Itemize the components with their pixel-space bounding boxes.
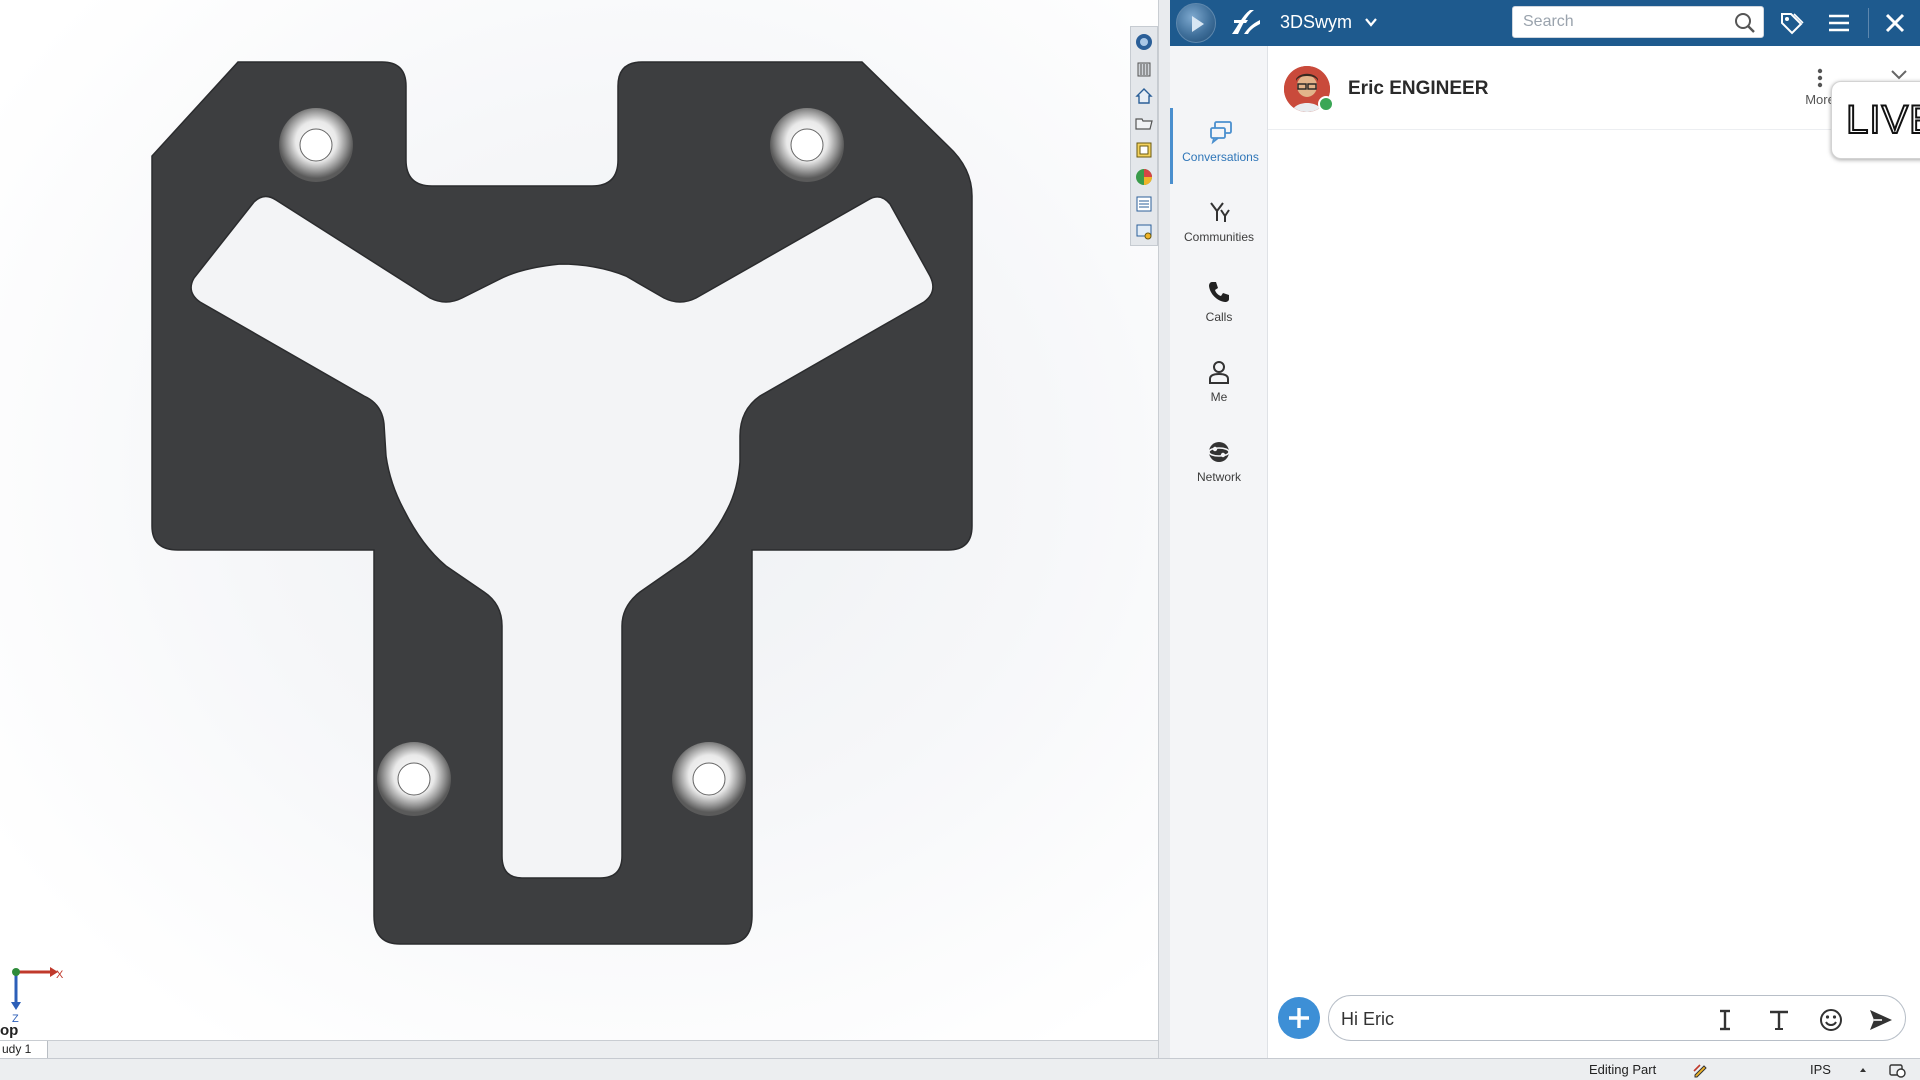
view-list-icon[interactable]: [1132, 191, 1156, 216]
editing-status: Editing Part: [1589, 1062, 1657, 1077]
nav-item-communities[interactable]: Communities: [1170, 188, 1268, 264]
hole-bottom-left: [377, 742, 451, 816]
section-view-icon[interactable]: [1132, 137, 1156, 162]
conversations-icon: [1209, 121, 1232, 145]
ds-logo-icon: [1232, 10, 1260, 34]
message-input[interactable]: [1341, 1006, 1701, 1032]
panel-divider[interactable]: [1158, 0, 1170, 1058]
live-badge: LIVE: [1831, 81, 1920, 159]
person-icon: [1209, 361, 1229, 384]
top-bar: 3DSwym: [1170, 0, 1920, 46]
home-view-icon[interactable]: [1132, 83, 1156, 108]
nav-label-me: Me: [1210, 390, 1228, 404]
communities-icon: [1210, 202, 1230, 222]
status-bar: Editing Part IPS: [0, 1058, 1920, 1080]
text-cursor-icon[interactable]: [1711, 1006, 1739, 1034]
nav-item-network[interactable]: Network: [1170, 428, 1268, 504]
tag-icon[interactable]: [1778, 10, 1804, 36]
message-composer: [1268, 990, 1920, 1046]
search-icon[interactable]: [1733, 11, 1757, 35]
customize-icon[interactable]: [1888, 1061, 1906, 1079]
message-box[interactable]: [1328, 995, 1906, 1041]
rebuild-icon[interactable]: [1692, 1061, 1710, 1079]
nav-label-calls: Calls: [1205, 310, 1233, 324]
search-box[interactable]: [1512, 6, 1764, 38]
more-vertical-icon: [1817, 68, 1823, 88]
swym-panel: 3DSwym Search Conversations Communities …: [1170, 0, 1920, 1058]
scene-settings-icon[interactable]: [1132, 218, 1156, 243]
view-orientation-label: op: [0, 1022, 19, 1039]
nav-label-communities: Communities: [1183, 230, 1255, 244]
hole-top-right: [770, 108, 844, 182]
nav-label-conversations: Conversations: [1182, 150, 1259, 164]
menu-icon[interactable]: [1826, 10, 1852, 36]
emoji-icon[interactable]: [1817, 1006, 1845, 1034]
presence-badge: [1318, 96, 1334, 112]
view-toolbar: [1130, 26, 1158, 246]
compass-icon[interactable]: [1176, 3, 1216, 43]
caret-up-icon[interactable]: [1858, 1065, 1868, 1075]
app-title[interactable]: 3DSwym: [1280, 12, 1352, 33]
nav-label-network: Network: [1196, 470, 1241, 484]
nav-item-calls[interactable]: Calls: [1170, 268, 1268, 344]
model-tab-strip: udy 1: [0, 1040, 1160, 1058]
units-selector[interactable]: IPS: [1810, 1062, 1831, 1077]
add-attachment-button[interactable]: [1278, 997, 1320, 1039]
chevron-down-icon[interactable]: [1363, 14, 1379, 30]
axis-triad: X Z: [11, 967, 64, 1025]
text-format-icon[interactable]: [1765, 1006, 1793, 1034]
appearance-icon[interactable]: [1132, 164, 1156, 189]
triad-x-label: X: [56, 969, 64, 981]
display-style-icon[interactable]: [1132, 56, 1156, 81]
search-input[interactable]: [1523, 7, 1723, 37]
network-icon: [1208, 442, 1230, 462]
part-drawing[interactable]: [0, 0, 1160, 1040]
hole-top-left: [279, 108, 353, 182]
side-nav: Conversations Communities Calls Me Netwo…: [1170, 46, 1268, 1058]
study-tab[interactable]: udy 1: [0, 1041, 48, 1058]
close-icon[interactable]: [1882, 10, 1908, 36]
nav-item-me[interactable]: Me: [1170, 348, 1268, 424]
conversation-header: Eric ENGINEER More LIVE: [1268, 46, 1920, 159]
send-icon[interactable]: [1867, 1006, 1895, 1034]
plus-icon: [1289, 1008, 1309, 1028]
nav-item-conversations[interactable]: Conversations: [1170, 108, 1268, 184]
hole-bottom-right: [672, 742, 746, 816]
contact-name[interactable]: Eric ENGINEER: [1348, 78, 1488, 100]
view-orientation-icon[interactable]: [1132, 29, 1156, 54]
open-folder-icon[interactable]: [1132, 110, 1156, 135]
cad-viewport[interactable]: X Z op: [0, 0, 1160, 1040]
phone-icon: [1209, 282, 1229, 302]
topbar-separator: [1868, 8, 1869, 38]
